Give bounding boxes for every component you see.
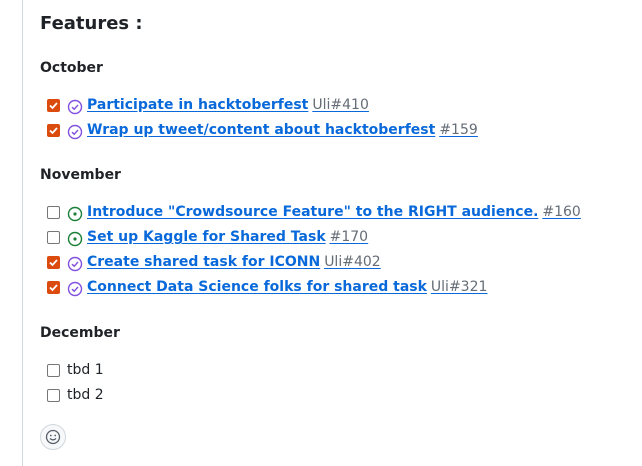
issue-title: Connect Data Science folks for shared ta…: [87, 279, 427, 295]
issue-title: Wrap up tweet/content about hacktoberfes…: [87, 122, 436, 138]
smiley-icon: [45, 429, 61, 445]
task-label: tbd 2: [67, 387, 104, 403]
issue-link[interactable]: Introduce "Crowdsource Feature" to the R…: [87, 202, 581, 222]
issue-link[interactable]: Wrap up tweet/content about hacktoberfes…: [87, 120, 478, 140]
issue-closed-icon: [67, 281, 83, 296]
task-item: tbd 2: [40, 385, 104, 405]
issue-open-icon: [67, 231, 83, 246]
task-item: Introduce "Crowdsource Feature" to the R…: [40, 202, 581, 222]
task-checkbox[interactable]: [47, 280, 60, 294]
issue-ref: Uli#321: [430, 279, 488, 295]
issue-closed-icon: [67, 99, 83, 114]
task-item: tbd 1: [40, 360, 104, 380]
task-checkbox[interactable]: [47, 363, 60, 377]
issue-link[interactable]: Participate in hacktoberfest Uli#410: [87, 95, 369, 115]
task-item: Create shared task for ICONN Uli#402: [40, 252, 381, 272]
section-heading-october: October: [40, 60, 103, 76]
issue-link[interactable]: Connect Data Science folks for shared ta…: [87, 277, 487, 297]
issue-ref: #160: [542, 204, 581, 220]
issue-ref: Uli#402: [324, 254, 381, 270]
task-item: Connect Data Science folks for shared ta…: [40, 277, 487, 297]
issue-link[interactable]: Create shared task for ICONN Uli#402: [87, 252, 381, 272]
task-checkbox[interactable]: [47, 255, 60, 269]
task-checkbox[interactable]: [47, 205, 60, 219]
task-checkbox[interactable]: [47, 388, 60, 402]
issue-open-icon: [67, 206, 83, 221]
issue-ref: #159: [439, 122, 478, 138]
task-item: Set up Kaggle for Shared Task #170: [40, 227, 368, 247]
issue-title: Introduce "Crowdsource Feature" to the R…: [87, 204, 539, 220]
issue-title: Create shared task for ICONN: [87, 254, 321, 270]
issue-title: Participate in hacktoberfest: [87, 97, 309, 113]
issue-closed-icon: [67, 124, 83, 139]
task-checkbox[interactable]: [47, 230, 60, 244]
page-title: Features :: [40, 13, 143, 34]
issue-ref: Uli#410: [312, 97, 369, 113]
task-item: Wrap up tweet/content about hacktoberfes…: [40, 120, 478, 140]
comment-left-border: [22, 0, 23, 466]
add-reaction-button[interactable]: [40, 424, 66, 450]
task-label: tbd 1: [67, 362, 104, 378]
task-checkbox[interactable]: [47, 98, 60, 112]
task-item: Participate in hacktoberfest Uli#410: [40, 95, 369, 115]
task-checkbox[interactable]: [47, 123, 60, 137]
issue-link[interactable]: Set up Kaggle for Shared Task #170: [87, 227, 368, 247]
section-heading-november: November: [40, 167, 121, 183]
issue-ref: #170: [329, 229, 369, 245]
issue-title: Set up Kaggle for Shared Task: [87, 229, 326, 245]
issue-closed-icon: [67, 256, 83, 271]
section-heading-december: December: [40, 325, 120, 341]
